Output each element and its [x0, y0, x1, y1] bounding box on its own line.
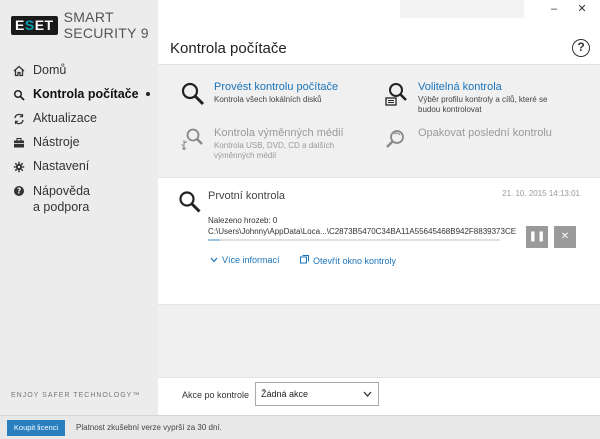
sidebar: ESET SMART SECURITY 9 Domů Kontrola počí… — [0, 0, 158, 415]
scan-title: Prvotní kontrola — [208, 190, 286, 202]
sidebar-item-tools[interactable]: Nástroje — [0, 132, 158, 156]
chevron-down-icon — [363, 383, 372, 413]
action-subtitle-line1: Výběr profilu kontroly a cílů, které se — [418, 95, 548, 104]
action-title: Kontrola výměnných médií — [214, 127, 344, 139]
action-title: Opakovat poslední kontrolu — [418, 127, 552, 139]
sidebar-item-label: Nástroje — [33, 135, 80, 149]
page-title: Kontrola počítače — [170, 40, 287, 57]
help-icon: ? — [13, 184, 25, 198]
tagline: ENJOY SAFER TECHNOLOGY™ — [11, 392, 141, 399]
search-icon — [13, 88, 25, 102]
gear-icon — [13, 160, 25, 174]
scan-progress-card: Prvotní kontrola 21. 10. 2015 14:13:01 N… — [158, 177, 600, 305]
magnifier-icon — [178, 190, 202, 214]
sidebar-item-label: Nastavení — [33, 159, 90, 173]
sidebar-nav: Domů Kontrola počítače Aktualizace Nástr… — [0, 60, 158, 224]
main-panel: Kontrola počítače ? Provést kontrolu poč… — [158, 30, 600, 415]
status-footer: Koupit licenci Platnost zkušební verze v… — [0, 415, 600, 439]
current-scan-path: C:\Users\Johnny\AppData\Loca...\C2873B54… — [208, 227, 517, 236]
after-scan-selected-value: Žádná akce — [261, 389, 309, 399]
scan-progress-fill — [208, 239, 220, 241]
sidebar-item-label: Domů — [33, 63, 67, 77]
help-button[interactable]: ? — [572, 39, 590, 57]
threats-found: Nalezeno hrozeb: 0 — [208, 216, 278, 225]
refresh-icon — [13, 112, 25, 126]
product-name: SMART SECURITY 9 — [63, 9, 149, 41]
sidebar-item-update[interactable]: Aktualizace — [0, 108, 158, 132]
usb-scan-icon — [180, 127, 206, 153]
action-repeat-last-scan[interactable]: Opakovat poslední kontrolu — [384, 127, 552, 153]
svg-text:?: ? — [17, 187, 21, 196]
window-titlebar-area — [400, 0, 524, 18]
minimize-button[interactable]: ‒ — [544, 2, 564, 16]
action-subtitle: Kontrola všech lokálních disků — [214, 95, 322, 104]
action-title: Volitelná kontrola — [418, 81, 502, 93]
open-scan-window-link[interactable]: Otevřít okno kontroly — [300, 255, 396, 266]
trial-expiry-text: Platnost zkušební verze vyprší za 30 dní… — [76, 423, 222, 432]
main-header: Kontrola počítače ? — [158, 30, 600, 65]
action-subtitle-line2: budou kontrolovat — [418, 105, 482, 114]
window-icon — [300, 255, 309, 266]
action-removable-media-scan[interactable]: Kontrola výměnných médií Kontrola USB, D… — [180, 127, 344, 161]
action-title: Provést kontrolu počítače — [214, 81, 339, 93]
sidebar-item-computer-scan[interactable]: Kontrola počítače — [0, 84, 158, 108]
after-scan-select[interactable]: Žádná akce — [255, 382, 379, 406]
custom-scan-icon — [384, 81, 410, 107]
action-full-scan[interactable]: Provést kontrolu počítače Kontrola všech… — [180, 81, 338, 107]
buy-license-button[interactable]: Koupit licenci — [7, 420, 65, 436]
magnifier-icon — [180, 81, 206, 107]
action-subtitle: Kontrola USB, DVD, CD a dalších výměnnýc… — [214, 141, 344, 161]
scan-progress-bar — [208, 239, 500, 241]
action-subtitle: Výběr profilu kontroly a cílů, které se … — [418, 95, 547, 115]
sidebar-item-label-line2: a podpora — [33, 200, 90, 214]
scan-actions: Provést kontrolu počítače Kontrola všech… — [158, 66, 600, 169]
active-indicator — [145, 92, 150, 96]
logo-badge: ESET — [11, 15, 58, 35]
briefcase-icon — [13, 136, 25, 150]
action-subtitle-line1: Kontrola USB, DVD, CD a dalších — [214, 141, 335, 150]
pause-scan-button[interactable]: ❚❚ — [526, 226, 548, 248]
after-scan-label: Akce po kontrole — [182, 390, 250, 400]
chevron-down-icon — [210, 256, 218, 265]
action-subtitle-line2: výměnných médií — [214, 151, 277, 160]
stop-scan-button[interactable]: ✕ — [554, 226, 576, 248]
after-scan-bar: Akce po kontrole Žádná akce — [158, 377, 600, 415]
eset-logo: ESET SMART SECURITY 9 — [11, 9, 158, 41]
sidebar-item-home[interactable]: Domů — [0, 60, 158, 84]
sidebar-item-label-line1: Nápověda — [33, 184, 90, 198]
sidebar-item-label: Kontrola počítače — [33, 87, 139, 101]
sidebar-item-settings[interactable]: Nastavení — [0, 156, 158, 180]
open-scan-window-label: Otevřít okno kontroly — [313, 255, 397, 266]
home-icon — [13, 64, 25, 78]
scan-timestamp: 21. 10. 2015 14:13:01 — [502, 189, 580, 198]
more-info-link[interactable]: Více informací — [210, 255, 280, 265]
action-custom-scan[interactable]: Volitelná kontrola Výběr profilu kontrol… — [384, 81, 547, 115]
more-info-label: Více informací — [222, 255, 280, 265]
sidebar-item-label: Aktualizace — [33, 111, 97, 125]
repeat-scan-icon — [384, 127, 410, 153]
sidebar-item-label: Nápověda a podpora — [33, 183, 90, 215]
sidebar-item-help-support[interactable]: ? Nápověda a podpora — [0, 180, 158, 224]
close-window-button[interactable]: ✕ — [572, 2, 592, 16]
